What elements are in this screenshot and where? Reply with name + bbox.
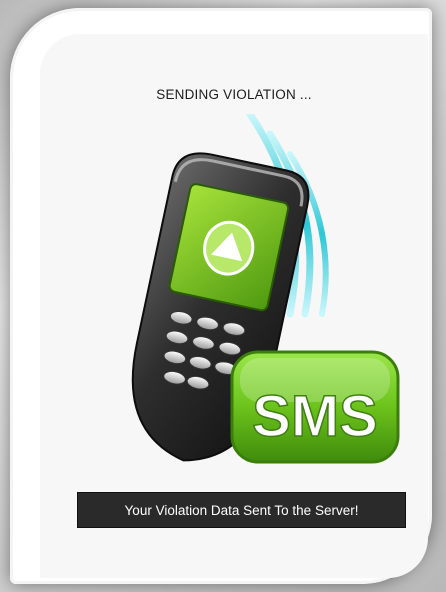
sms-badge-icon: SMS: [230, 350, 400, 464]
sending-status-text: SENDING VIOLATION ...: [156, 87, 312, 102]
device-frame: SENDING VIOLATION ... SMS Your Violation…: [10, 8, 432, 584]
toast-message: Your Violation Data Sent To the Server!: [77, 492, 406, 528]
sms-badge-text: SMS: [252, 384, 378, 449]
app-screen: SENDING VIOLATION ... SMS Your Violation…: [40, 34, 428, 578]
sms-illustration: SMS: [131, 114, 400, 464]
